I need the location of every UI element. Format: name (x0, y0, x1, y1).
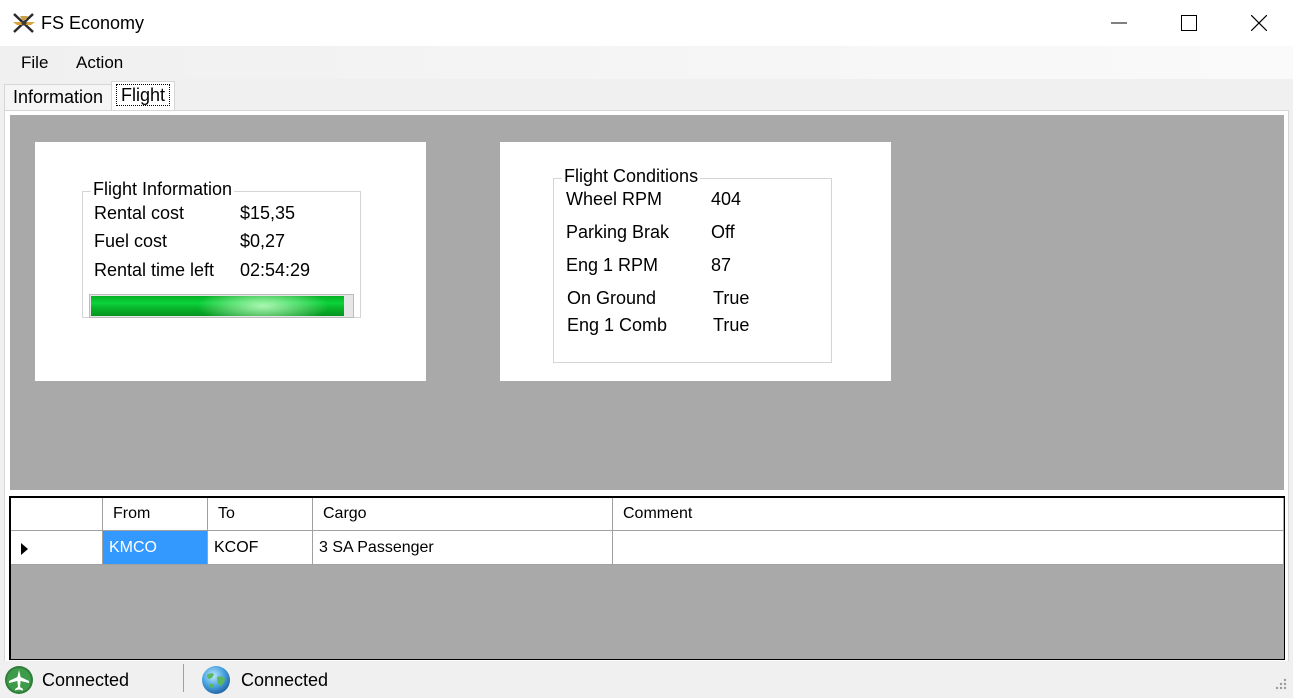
flight-conditions-title: Flight Conditions (562, 166, 701, 186)
eng1-comb-label: Eng 1 Comb (567, 315, 668, 335)
eng1-rpm-label: Eng 1 RPM (566, 255, 659, 275)
tab-strip: Information Flight (0, 79, 1293, 110)
cell-cargo[interactable]: 3 SA Passenger (313, 531, 613, 564)
status-bar: Connected Connected (0, 661, 1293, 698)
eng1-rpm-value: 87 (711, 255, 732, 275)
globe-icon (202, 666, 230, 694)
close-button[interactable] (1224, 0, 1293, 46)
window-title: FS Economy (41, 13, 145, 33)
parking-brake-value: Off (711, 222, 735, 242)
rental-time-left-value: 02:54:29 (240, 260, 311, 280)
menu-bar: File Action (0, 46, 1293, 79)
current-row-arrow-icon (21, 543, 28, 555)
grid-header: From To Cargo Comment (11, 498, 1283, 531)
row-header-corner (11, 498, 103, 530)
minimize-icon (1111, 22, 1127, 24)
menu-action[interactable]: Action (76, 53, 123, 73)
column-header-from[interactable]: From (103, 498, 208, 530)
rental-time-progress-bar (89, 294, 354, 318)
column-header-comment[interactable]: Comment (613, 498, 1283, 530)
rental-cost-label: Rental cost (94, 203, 185, 223)
wheel-rpm-value: 404 (711, 189, 742, 209)
close-icon (1251, 15, 1267, 31)
parking-brake-label: Parking Brak (566, 222, 670, 242)
resize-grip-icon[interactable] (1272, 675, 1288, 691)
airplane-icon (5, 666, 33, 694)
row-header[interactable] (11, 531, 103, 564)
fuel-cost-value: $0,27 (240, 231, 286, 251)
on-ground-label: On Ground (567, 288, 657, 308)
table-row[interactable]: KMCO KCOF 3 SA Passenger (11, 531, 1283, 565)
title-bar: FS Economy (0, 0, 1293, 46)
flight-information-title: Flight Information (91, 179, 235, 199)
tab-flight[interactable]: Flight (111, 81, 176, 110)
column-header-cargo[interactable]: Cargo (313, 498, 613, 530)
status-separator (183, 664, 184, 692)
progress-shine (91, 296, 344, 316)
column-header-to[interactable]: To (208, 498, 313, 530)
maximize-icon (1181, 15, 1197, 31)
tab-information-label: Information (13, 87, 104, 107)
cell-to[interactable]: KCOF (208, 531, 313, 564)
fuel-cost-label: Fuel cost (94, 231, 168, 251)
wheel-rpm-label: Wheel RPM (566, 189, 663, 209)
tab-flight-label: Flight (116, 84, 171, 106)
on-ground-value: True (713, 288, 750, 308)
menu-file[interactable]: File (21, 53, 48, 73)
cell-comment[interactable] (613, 531, 1283, 564)
fs-economy-plane-logo-icon (13, 13, 35, 33)
rental-time-left-label: Rental time left (94, 260, 215, 280)
tab-information[interactable]: Information (4, 84, 113, 110)
sim-connection-status: Connected (42, 670, 130, 690)
assignments-grid[interactable]: From To Cargo Comment KMCO KCOF 3 SA Pas… (9, 496, 1285, 660)
eng1-comb-value: True (713, 315, 750, 335)
maximize-button[interactable] (1154, 0, 1224, 46)
rental-cost-value: $15,35 (240, 203, 296, 223)
minimize-button[interactable] (1084, 0, 1154, 46)
rental-time-progress-fill (91, 296, 344, 316)
server-connection-status: Connected (241, 670, 329, 690)
cell-from[interactable]: KMCO (103, 531, 208, 564)
